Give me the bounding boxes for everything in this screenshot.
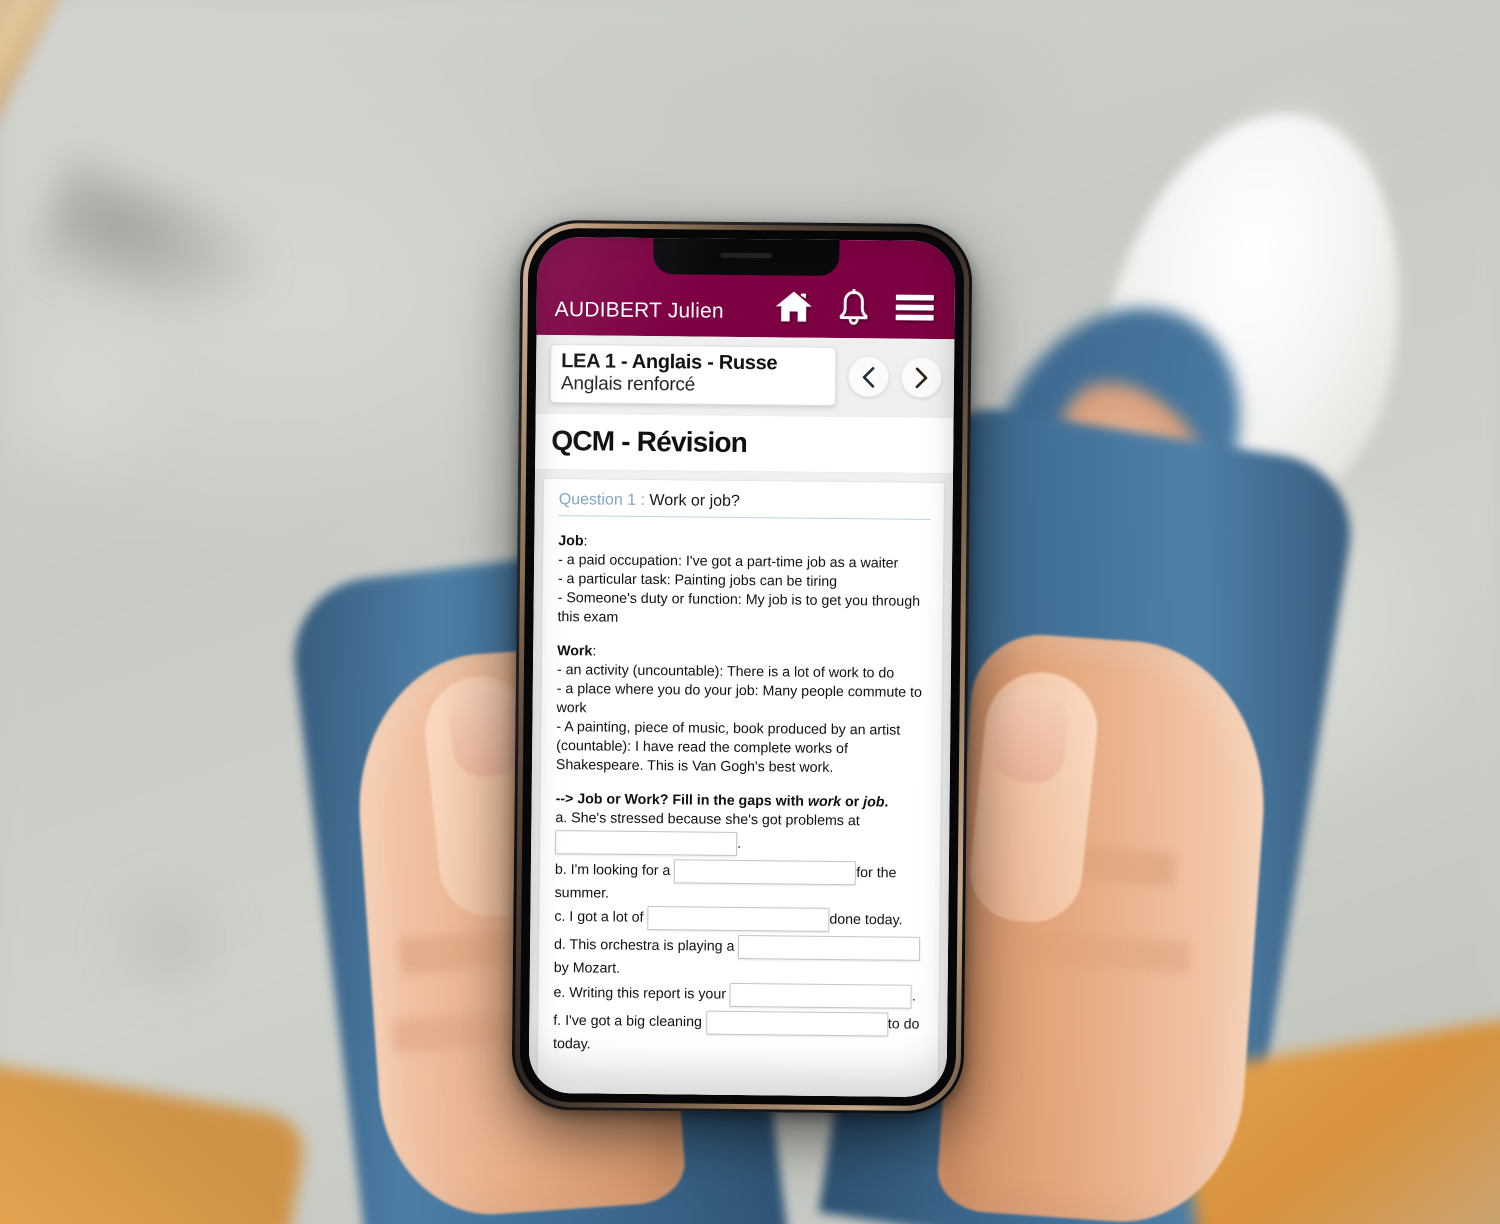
previous-course-button[interactable] <box>847 356 890 398</box>
job-heading: Job <box>558 533 584 550</box>
gap-text-after: . <box>911 988 916 1005</box>
gap-item: c. I got a lot of done today. <box>554 904 926 936</box>
header-icon-group <box>775 288 939 326</box>
phone-notch <box>653 238 840 276</box>
question-number-label: Question 1 : <box>558 491 646 509</box>
gap-input-f[interactable] <box>705 1010 888 1037</box>
work-definition-block: Work: - an activity (uncountable): There… <box>556 642 929 779</box>
gap-item: f. I've got a big cleaning to do today. <box>553 1007 925 1058</box>
smartphone: AUDIBERT Julien LEA 1 - Anglais - Russe … <box>511 219 973 1115</box>
page-title: QCM - Révision <box>551 424 748 459</box>
gap-item: a. She's stressed because she's got prob… <box>555 809 927 860</box>
course-title: LEA 1 - Anglais - Russe <box>561 350 778 375</box>
instruction-emphasis-work: work <box>807 794 842 811</box>
work-heading: Work <box>557 643 593 660</box>
course-selector-bar: LEA 1 - Anglais - Russe Anglais renforcé <box>535 334 955 419</box>
gap-item: b. I'm looking for a for the summer. <box>555 856 927 907</box>
content-area[interactable]: Question 1 : Work or job? Job: - a paid … <box>528 469 954 1098</box>
work-line: - A painting, piece of music, book produ… <box>555 719 901 777</box>
question-card: Question 1 : Work or job? Job: - a paid … <box>534 477 945 1098</box>
bell-icon[interactable] <box>837 288 871 325</box>
question-body: Job: - a paid occupation: I've got a par… <box>553 532 930 1057</box>
gap-input-b[interactable] <box>674 859 857 886</box>
chevron-left-icon <box>862 366 875 388</box>
next-course-button[interactable] <box>900 356 943 399</box>
user-name: AUDIBERT Julien <box>554 298 724 323</box>
gap-input-d[interactable] <box>738 935 921 962</box>
gap-input-a[interactable] <box>555 830 738 857</box>
gap-input-e[interactable] <box>729 982 913 1009</box>
gap-item: d. This orchestra is playing a by Mozart… <box>554 932 926 983</box>
course-subtitle: Anglais renforcé <box>560 373 696 396</box>
job-line: - Someone's duty or function: My job is … <box>557 590 921 626</box>
gap-text-before: b. I'm looking for a <box>554 862 675 880</box>
question-header: Question 1 : Work or job? <box>558 491 931 520</box>
gap-input-c[interactable] <box>647 906 830 933</box>
instruction-pre: --> Job or Work? Fill in the gaps with <box>555 791 809 811</box>
question-prompt: Work or job? <box>644 491 740 510</box>
gap-text-after: done today. <box>829 912 903 929</box>
gap-text-before: e. Writing this report is your <box>553 984 731 1003</box>
page-title-row: QCM - Révision <box>535 413 954 475</box>
work-line: - a place where you do your job: Many pe… <box>556 681 922 717</box>
hamburger-menu-icon[interactable] <box>895 293 935 323</box>
course-box[interactable]: LEA 1 - Anglais - Russe Anglais renforcé <box>549 343 837 406</box>
instruction-mid: or <box>841 794 864 811</box>
job-definition-block: Job: - a paid occupation: I've got a par… <box>557 532 930 631</box>
gap-item: e. Writing this report is your . <box>553 979 925 1011</box>
earpiece-speaker <box>720 252 773 259</box>
gap-text-before: f. I've got a big cleaning <box>553 1012 706 1030</box>
gap-text-before: a. She's stressed because she's got prob… <box>555 810 860 830</box>
instruction-post: . <box>884 794 889 811</box>
gap-text-before: d. This orchestra is playing a <box>553 937 739 956</box>
home-icon[interactable] <box>775 289 813 323</box>
work-colon: : <box>592 643 597 660</box>
chevron-right-icon <box>915 367 928 388</box>
phone-screen: AUDIBERT Julien LEA 1 - Anglais - Russe … <box>528 236 956 1098</box>
gap-text-after: by Mozart. <box>553 960 621 978</box>
job-colon: : <box>583 533 588 550</box>
gap-text-after: . <box>737 836 742 853</box>
gap-text-before: c. I got a lot of <box>554 909 648 927</box>
instruction-emphasis-job: job <box>863 794 885 811</box>
